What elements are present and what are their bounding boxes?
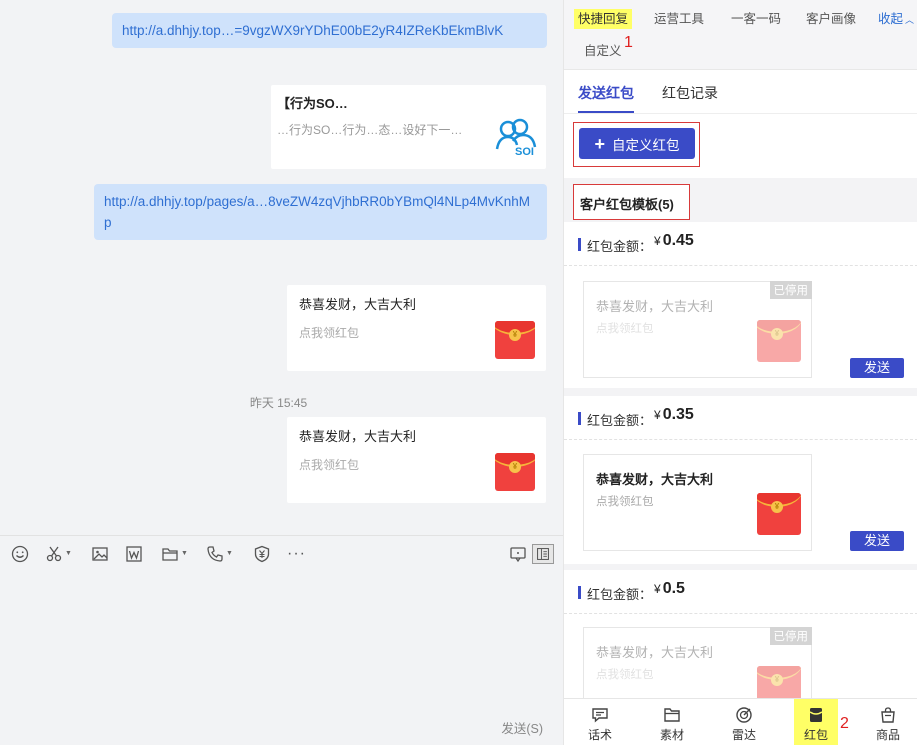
red-packet-desc: 点我领红包 bbox=[299, 458, 360, 472]
template-header: 客户红包模板(5) bbox=[580, 197, 674, 212]
template-item: 红包金额： ¥0.35 恭喜发财，大吉大利 点我领红包 ¥ 发送 bbox=[564, 396, 917, 564]
tab-red-packet-records[interactable]: 红包记录 bbox=[662, 83, 718, 103]
red-packet-desc: 点我领红包 bbox=[299, 326, 360, 340]
nav-products[interactable]: 商品 bbox=[866, 699, 910, 745]
folder-icon bbox=[664, 708, 680, 722]
image-icon[interactable] bbox=[91, 545, 109, 563]
message-list: http://a.dhhjy.top…=9vgzWX9rYDhE00bE2yR4… bbox=[0, 0, 563, 535]
article-desc: …行为SO…行为…态…设好下一… bbox=[277, 123, 463, 137]
plus-icon: + bbox=[594, 133, 605, 154]
link-message[interactable]: http://a.dhhjy.top/pages/a…8veZW4zqVjhbR… bbox=[94, 184, 547, 240]
amount-label: 红包金额： bbox=[587, 239, 653, 254]
amount-label: 红包金额： bbox=[587, 587, 653, 602]
red-packet-icon: ¥ bbox=[495, 453, 535, 491]
red-packet-message[interactable]: 恭喜发财，大吉大利 点我领红包 ¥ bbox=[287, 285, 546, 371]
more-icon[interactable]: ··· bbox=[287, 545, 306, 563]
article-title: 【行为SO… bbox=[277, 96, 348, 111]
send-button[interactable]: 发送 bbox=[850, 531, 904, 551]
red-packet-preview: 恭喜发财，大吉大利 点我领红包 ¥ 已停用 bbox=[583, 281, 812, 378]
tab-send-red-packet[interactable]: 发送红包 bbox=[578, 83, 634, 103]
collapse-button[interactable]: 收起 ︿ bbox=[878, 10, 914, 29]
active-tab-underline bbox=[578, 111, 634, 113]
red-packet-icon: ¥ bbox=[495, 321, 535, 359]
amount-value: ¥0.5 bbox=[654, 580, 685, 597]
annotation-2: 2 bbox=[840, 715, 849, 732]
red-packet-title: 恭喜发财，大吉大利 bbox=[299, 429, 417, 444]
highlight-box: + 自定义红包 bbox=[573, 122, 700, 167]
red-packet-icon[interactable] bbox=[253, 545, 271, 563]
red-packet-preview: 恭喜发财，大吉大利 点我领红包 ¥ bbox=[583, 454, 812, 551]
bag-icon bbox=[881, 707, 895, 723]
red-packet-title: 恭喜发财，大吉大利 bbox=[299, 297, 417, 312]
tab-ops-tools[interactable]: 运营工具 bbox=[654, 10, 704, 28]
scissors-icon[interactable]: ▼ bbox=[45, 545, 72, 563]
amount-value: ¥0.35 bbox=[654, 406, 694, 423]
disabled-badge: 已停用 bbox=[769, 627, 812, 645]
custom-red-packet-button[interactable]: + 自定义红包 bbox=[579, 128, 695, 159]
tab-quick-reply[interactable]: 快捷回复 bbox=[574, 9, 633, 29]
top-tabs: 快捷回复 运营工具 一客一码 客户画像 收起 ︿ 自定义 1 bbox=[564, 0, 917, 70]
template-list: 客户红包模板(5) 红包金额： ¥0.45 恭喜发财，大吉大利 点我领红包 ¥ … bbox=[564, 178, 917, 698]
red-packet-icon: ¥ bbox=[757, 493, 801, 535]
emoji-icon[interactable] bbox=[11, 545, 29, 563]
template-item: 红包金额： ¥0.5 恭喜发财，大吉大利 点我领红包 ¥ 已停用 bbox=[564, 570, 917, 698]
send-button[interactable]: 发送(S) bbox=[501, 718, 543, 737]
nav-radar[interactable]: 雷达 bbox=[722, 699, 766, 745]
word-doc-icon[interactable] bbox=[125, 545, 143, 563]
screenshot-icon[interactable] bbox=[509, 545, 527, 563]
tab-custom[interactable]: 自定义 bbox=[584, 42, 622, 60]
folder-icon[interactable]: ▼ bbox=[161, 545, 188, 563]
send-button[interactable]: 发送 bbox=[850, 358, 904, 378]
amount-label: 红包金额： bbox=[587, 413, 653, 428]
side-panel: 快捷回复 运营工具 一客一码 客户画像 收起 ︿ 自定义 1 发送红包 红包记录 … bbox=[563, 0, 917, 745]
tab-customer-profile[interactable]: 客户画像 bbox=[806, 10, 856, 28]
nav-materials[interactable]: 素材 bbox=[650, 699, 694, 745]
sidebar-toggle-icon[interactable] bbox=[532, 544, 554, 564]
sub-tabs: 发送红包 红包记录 bbox=[564, 70, 917, 114]
amount-value: ¥0.45 bbox=[654, 232, 694, 249]
nav-red-packet[interactable]: 红包 bbox=[794, 699, 838, 745]
red-packet-message[interactable]: 恭喜发财，大吉大利 点我领红包 ¥ bbox=[287, 417, 546, 503]
soi-logo-icon: SOI bbox=[493, 115, 539, 161]
template-item: 红包金额： ¥0.45 恭喜发财，大吉大利 点我领红包 ¥ 已停用 发送 bbox=[564, 222, 917, 388]
red-packet-icon: ¥ bbox=[757, 320, 801, 362]
red-packet-icon: ¥ bbox=[757, 666, 801, 698]
message-icon bbox=[592, 708, 608, 723]
chat-pane: http://a.dhhjy.top…=9vgzWX9rYDhE00bE2yR4… bbox=[0, 0, 563, 745]
nav-scripts[interactable]: 话术 bbox=[578, 699, 622, 745]
chevron-up-icon: ︿ bbox=[905, 15, 915, 25]
chat-toolbar: ▼ ▼ ▼ ··· bbox=[0, 535, 563, 573]
tab-one-customer-one-code[interactable]: 一客一码 bbox=[731, 10, 781, 28]
red-packet-preview: 恭喜发财，大吉大利 点我领红包 ¥ 已停用 bbox=[583, 627, 812, 698]
radar-icon bbox=[736, 707, 752, 723]
highlight-box: 客户红包模板(5) bbox=[573, 184, 690, 220]
red-packet-icon bbox=[809, 708, 823, 722]
annotation-1: 1 bbox=[624, 34, 633, 51]
link-message[interactable]: http://a.dhhjy.top…=9vgzWX9rYDhE00bE2yR4… bbox=[112, 13, 547, 48]
message-timestamp: 昨天 15:45 bbox=[249, 396, 308, 410]
article-card[interactable]: 【行为SO… …行为SO…行为…态…设好下一… SOI bbox=[271, 85, 546, 169]
bottom-nav: 话术 素材 雷达 红包 2 商品 bbox=[564, 698, 917, 745]
phone-icon[interactable]: ▼ bbox=[206, 545, 233, 563]
disabled-badge: 已停用 bbox=[769, 281, 812, 299]
